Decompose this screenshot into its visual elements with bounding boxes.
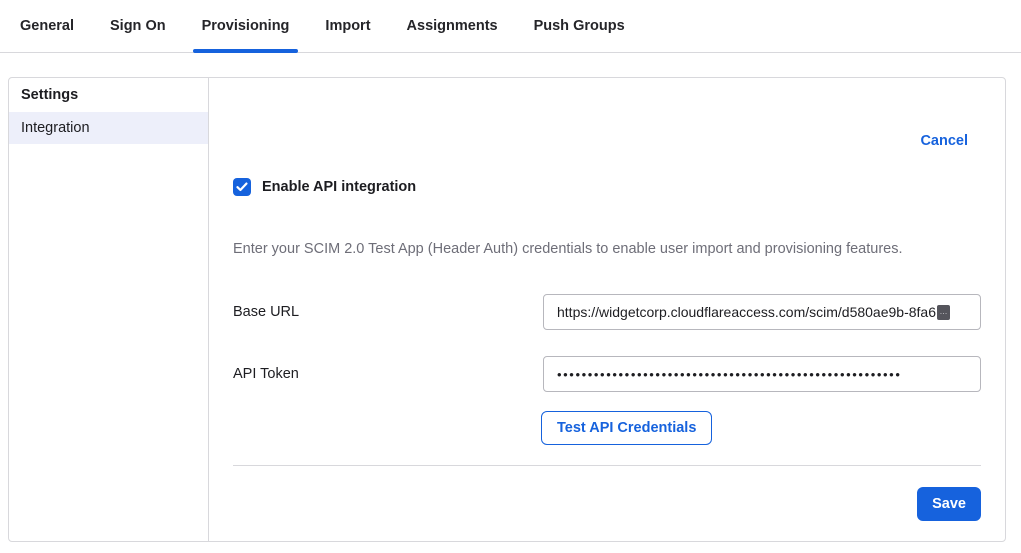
- text-overflow-marker-icon: …: [937, 305, 950, 320]
- tab-bar: General Sign On Provisioning Import Assi…: [0, 0, 1021, 53]
- test-credentials-row: Test API Credentials: [233, 411, 981, 445]
- enable-api-label: Enable API integration: [262, 179, 416, 195]
- form-footer: Save: [233, 487, 981, 521]
- tab-general[interactable]: General: [20, 0, 74, 52]
- base-url-row: Base URL https://widgetcorp.cloudflareac…: [233, 294, 981, 330]
- settings-sidebar: Settings Integration: [9, 78, 209, 541]
- sidebar-header: Settings: [9, 78, 208, 112]
- checkmark-icon: [236, 182, 248, 192]
- base-url-label: Base URL: [233, 304, 543, 320]
- tab-import[interactable]: Import: [325, 0, 370, 52]
- sidebar-item-integration[interactable]: Integration: [9, 112, 208, 144]
- base-url-value: https://widgetcorp.cloudflareaccess.com/…: [557, 304, 936, 320]
- enable-api-checkbox[interactable]: [233, 178, 251, 196]
- tab-sign-on[interactable]: Sign On: [110, 0, 166, 52]
- save-button[interactable]: Save: [917, 487, 981, 521]
- api-token-masked-value: ••••••••••••••••••••••••••••••••••••••••…: [557, 367, 901, 382]
- api-token-row: API Token ••••••••••••••••••••••••••••••…: [233, 356, 981, 392]
- enable-api-row: Enable API integration: [233, 178, 981, 196]
- cancel-link[interactable]: Cancel: [920, 133, 968, 149]
- credentials-description: Enter your SCIM 2.0 Test App (Header Aut…: [233, 239, 981, 259]
- footer-divider: [233, 465, 981, 466]
- api-token-input[interactable]: ••••••••••••••••••••••••••••••••••••••••…: [543, 356, 981, 392]
- test-api-credentials-button[interactable]: Test API Credentials: [541, 411, 712, 445]
- tab-assignments[interactable]: Assignments: [407, 0, 498, 52]
- api-token-label: API Token: [233, 366, 543, 382]
- tab-push-groups[interactable]: Push Groups: [534, 0, 625, 52]
- base-url-input[interactable]: https://widgetcorp.cloudflareaccess.com/…: [543, 294, 981, 330]
- provisioning-panel: Settings Integration Cancel Enable API i…: [8, 77, 1006, 542]
- integration-settings-form: Cancel Enable API integration Enter your…: [209, 78, 1005, 541]
- tab-provisioning[interactable]: Provisioning: [202, 0, 290, 52]
